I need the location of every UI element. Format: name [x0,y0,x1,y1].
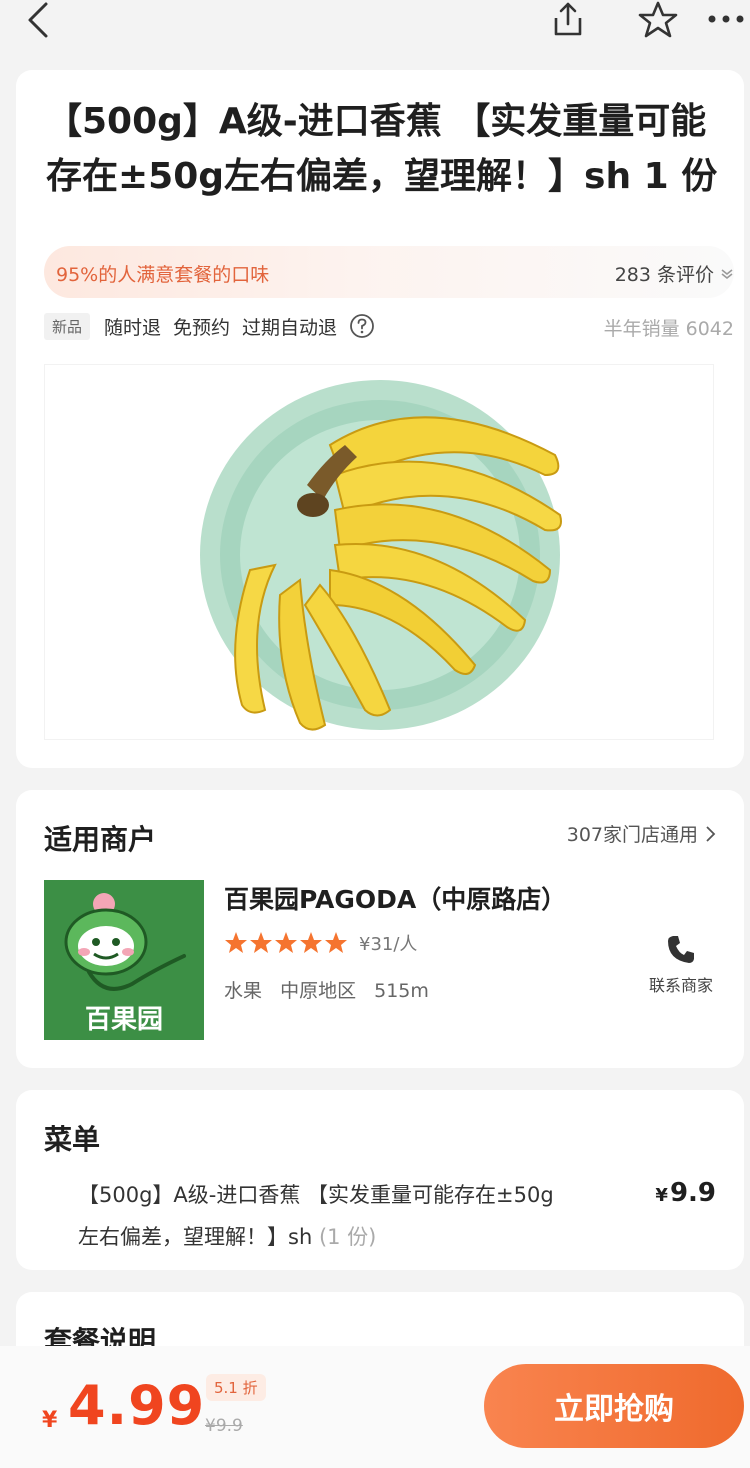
tag-auto-refund: 过期自动退 [242,316,338,339]
rating-row: ¥31/人 [224,930,417,956]
back-arrow-icon[interactable] [22,0,56,40]
menu-item-name: 【500g】A级-进口香蕉 【实发重量可能存在±50g左右偏差，望理解！】sh [78,1183,554,1249]
buy-now-button[interactable]: 立即抢购 [484,1364,744,1448]
original-price: ¥9.9 [205,1416,243,1436]
favorite-star-icon[interactable] [636,0,680,40]
star-filled-icon [250,932,272,953]
merchant-card: 适用商户 307家门店通用 百果园 百果园PAGODA（中原路店） ¥31/人 … [16,790,744,1068]
stores-link[interactable]: 307家门店通用 [567,820,716,847]
merchant-name[interactable]: 百果园PAGODA（中原路店） [224,880,566,916]
tag-no-reservation: 免预约 [173,316,231,339]
product-image[interactable] [44,364,714,740]
menu-price-value: 9.9 [669,1178,716,1208]
star-filled-icon [275,932,297,953]
logo-text: 百果园 [85,1005,163,1035]
chevron-right-icon [706,825,716,842]
top-nav-bar [0,0,750,44]
merchant-meta: 水果 中原地区 515m [224,976,441,1003]
new-badge: 新品 [44,312,91,340]
more-options-icon[interactable] [706,8,746,30]
deal-info-card: 【500g】A级-进口香蕉 【实发重量可能存在±50g左右偏差，望理解！】sh … [16,70,744,768]
policy-tags-row: 新品 随时退 免预约 过期自动退 半年销量 6042 [44,310,734,342]
stores-link-label: 307家门店通用 [566,824,698,846]
contact-merchant-button[interactable]: 联系商家 [636,932,726,996]
rating-stars [224,931,349,955]
menu-card: 菜单 【500g】A级-进口香蕉 【实发重量可能存在±50g左右偏差，望理解！】… [16,1090,744,1270]
monkey-mascot-logo: 百果园 [44,880,204,1040]
satisfaction-text: 95%的人满意套餐的口味 [56,264,270,286]
merchant-section-title: 适用商户 [44,823,157,856]
tag-refund-anytime: 随时退 [104,316,162,339]
banana-plate-illustration [200,380,562,731]
price-currency: ¥ [42,1408,58,1433]
deal-title: 【500g】A级-进口香蕉 【实发重量可能存在±50g左右偏差，望理解！】sh … [46,101,718,197]
chevron-down-icon [721,268,733,279]
current-price: 4.99 [68,1374,206,1437]
menu-price-symbol: ¥ [655,1185,668,1206]
star-filled-icon [225,932,247,953]
help-icon[interactable] [349,313,375,339]
menu-item: 【500g】A级-进口香蕉 【实发重量可能存在±50g左右偏差，望理解！】sh … [78,1174,558,1258]
share-icon[interactable] [548,0,588,40]
phone-icon [668,936,694,963]
merchant-area: 中原地区 [280,980,357,1002]
menu-item-price: ¥9.9 [655,1178,716,1208]
half-year-sales: 半年销量 6042 [603,318,734,340]
menu-section-title: 菜单 [44,1123,101,1156]
merchant-distance: 515m [374,980,429,1002]
discount-badge: 5.1 折 [206,1374,266,1401]
merchant-category: 水果 [224,980,263,1002]
star-filled-icon [300,932,322,953]
contact-label: 联系商家 [648,976,713,995]
bottom-purchase-bar: ¥ 4.99 5.1 折 ¥9.9 立即抢购 [0,1346,750,1468]
merchant-logo[interactable]: 百果园 [44,880,204,1040]
avg-price: ¥31/人 [359,934,418,955]
star-filled-icon [325,932,347,953]
menu-item-qty: (1 份) [318,1225,377,1249]
reviews-link[interactable]: 283 条评价 [615,260,734,287]
satisfaction-bar[interactable]: 95%的人满意套餐的口味 283 条评价 [44,246,734,298]
reviews-count: 283 条评价 [614,264,714,286]
